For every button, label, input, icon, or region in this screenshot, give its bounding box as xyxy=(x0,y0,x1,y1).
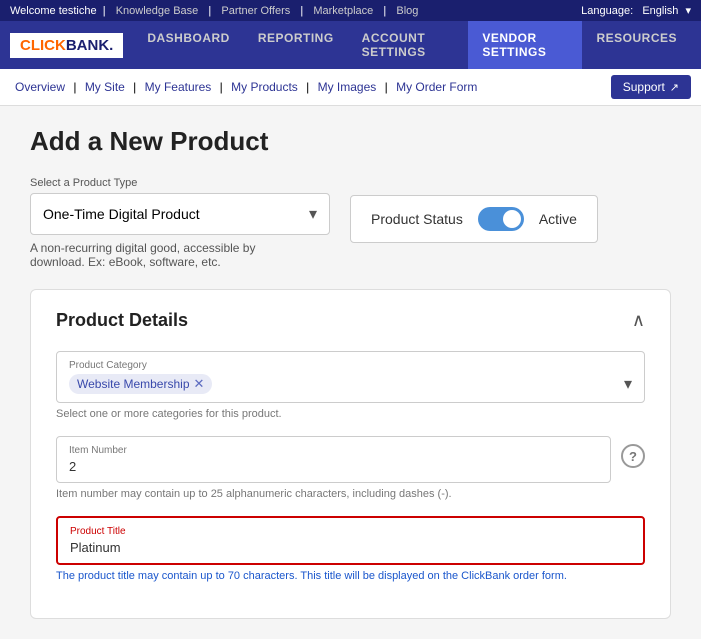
item-number-field[interactable]: Item Number 2 xyxy=(56,436,611,483)
page-content: Add a New Product Select a Product Type … xyxy=(0,106,701,639)
main-nav: CLICKBANK. Dashboard Reporting Account S… xyxy=(0,21,701,69)
product-type-dropdown[interactable]: One-Time Digital Product ▾ xyxy=(30,193,330,235)
subnav-overview[interactable]: Overview xyxy=(15,80,65,94)
product-type-label: Select a Product Type xyxy=(30,177,330,189)
product-title-hint: The product title may contain up to 70 c… xyxy=(56,570,645,582)
support-label: Support xyxy=(623,80,665,94)
sub-nav-links: Overview | My Site | My Features | My Pr… xyxy=(10,80,482,94)
category-label: Product Category xyxy=(69,360,632,371)
language-chevron-icon[interactable]: ▾ xyxy=(685,5,691,17)
item-number-value: 2 xyxy=(69,459,76,474)
product-title-value: Platinum xyxy=(70,540,121,555)
welcome-text: Welcome testiche xyxy=(10,5,97,17)
top-bar: Welcome testiche | Knowledge Base | Part… xyxy=(0,0,701,21)
marketplace-link[interactable]: Marketplace xyxy=(313,5,373,17)
language-label: Language: xyxy=(581,5,633,17)
product-status-label: Product Status xyxy=(371,211,463,227)
nav-dashboard[interactable]: Dashboard xyxy=(133,21,244,69)
product-category-field[interactable]: Product Category Website Membership ✕ ▾ xyxy=(56,351,645,403)
product-title-field[interactable]: Product Title Platinum xyxy=(56,516,645,565)
category-content: Website Membership ✕ ▾ xyxy=(69,374,632,394)
knowledge-base-link[interactable]: Knowledge Base xyxy=(116,5,199,17)
external-link-icon: ↗ xyxy=(670,81,679,94)
blog-link[interactable]: Blog xyxy=(396,5,418,17)
item-number-label: Item Number xyxy=(69,445,598,456)
item-number-group: Item Number 2 ? Item number may contain … xyxy=(56,436,645,500)
language-value: English xyxy=(642,5,678,17)
collapse-icon[interactable]: ∧ xyxy=(632,310,645,331)
product-status-value: Active xyxy=(539,211,577,227)
product-status-box: Product Status Active xyxy=(350,195,598,243)
product-title-group: Product Title Platinum The product title… xyxy=(56,516,645,582)
nav-reporting[interactable]: Reporting xyxy=(244,21,348,69)
remove-category-icon[interactable]: ✕ xyxy=(194,376,205,392)
product-title-label: Product Title xyxy=(70,526,631,537)
item-number-hint: Item number may contain up to 25 alphanu… xyxy=(56,488,645,500)
category-hint: Select one or more categories for this p… xyxy=(56,408,645,420)
subnav-myfeatures[interactable]: My Features xyxy=(145,80,212,94)
item-number-help-icon[interactable]: ? xyxy=(621,444,645,468)
product-details-card: Product Details ∧ Product Category Websi… xyxy=(30,289,671,619)
nav-resources[interactable]: Resources xyxy=(582,21,691,69)
partner-offers-link[interactable]: Partner Offers xyxy=(221,5,290,17)
subnav-myproducts[interactable]: My Products xyxy=(231,80,298,94)
product-type-value: One-Time Digital Product xyxy=(43,206,200,222)
category-tag-text: Website Membership xyxy=(77,377,190,391)
subnav-myorderform[interactable]: My Order Form xyxy=(396,80,477,94)
subnav-myimages[interactable]: My Images xyxy=(318,80,377,94)
product-status-toggle[interactable] xyxy=(478,207,524,231)
category-tag[interactable]: Website Membership ✕ xyxy=(69,374,212,394)
logo: CLICKBANK. xyxy=(10,33,123,58)
nav-account-settings[interactable]: Account Settings xyxy=(348,21,469,69)
chevron-down-icon: ▾ xyxy=(309,204,317,224)
product-type-description: A non-recurring digital good, accessible… xyxy=(30,241,310,269)
page-title: Add a New Product xyxy=(30,126,671,157)
support-button[interactable]: Support ↗ xyxy=(611,75,691,99)
product-type-row: Select a Product Type One-Time Digital P… xyxy=(30,177,671,269)
card-title: Product Details xyxy=(56,310,188,331)
subnav-mysite[interactable]: My Site xyxy=(85,80,125,94)
category-chevron-icon: ▾ xyxy=(624,374,632,394)
product-type-selector: Select a Product Type One-Time Digital P… xyxy=(30,177,330,269)
sub-nav: Overview | My Site | My Features | My Pr… xyxy=(0,69,701,106)
nav-vendor-settings[interactable]: Vendor Settings xyxy=(468,21,582,69)
card-header: Product Details ∧ xyxy=(56,310,645,331)
product-category-group: Product Category Website Membership ✕ ▾ … xyxy=(56,351,645,420)
